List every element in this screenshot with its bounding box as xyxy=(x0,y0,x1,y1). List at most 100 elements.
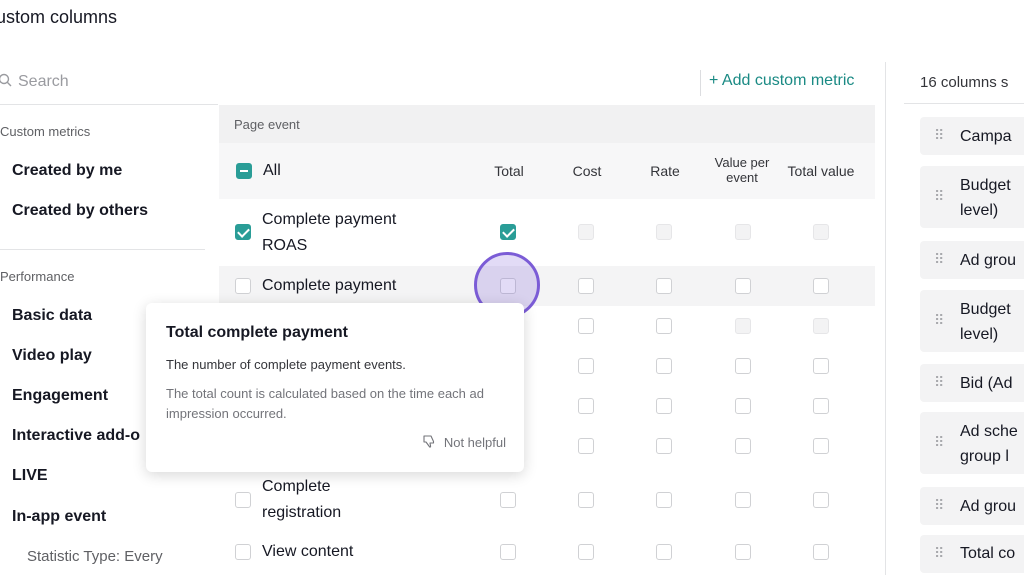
drag-handle-icon[interactable]: ⠿ xyxy=(934,497,944,514)
sidebar-item-in-app-event[interactable]: In-app event xyxy=(12,508,106,526)
drag-handle-icon[interactable]: ⠿ xyxy=(934,374,944,391)
total-value-checkbox xyxy=(813,224,829,240)
selected-columns-header: 16 columns s xyxy=(904,62,1024,104)
value-per-event-checkbox[interactable] xyxy=(735,358,751,374)
selected-column-item[interactable]: ⠿ Ad grou xyxy=(920,241,1024,279)
sidebar-item-created-by-others[interactable]: Created by others xyxy=(12,202,148,220)
sidebar-item-interactive-add-ons[interactable]: Interactive add-o xyxy=(12,427,140,445)
selected-column-item[interactable]: ⠿ Total co xyxy=(920,535,1024,573)
value-per-event-checkbox[interactable] xyxy=(735,398,751,414)
tooltip-description: The number of complete payment events. xyxy=(166,357,406,372)
selected-column-item[interactable]: ⠿ Budget level) xyxy=(920,290,1024,352)
total-value-checkbox[interactable] xyxy=(813,358,829,374)
drag-handle-icon[interactable]: ⠿ xyxy=(934,127,944,144)
selected-column-label: Ad grou xyxy=(960,252,1017,269)
add-custom-metric-button[interactable]: + Add custom metric xyxy=(709,72,854,90)
all-label: All xyxy=(263,162,281,179)
rate-checkbox[interactable] xyxy=(656,398,672,414)
cost-checkbox[interactable] xyxy=(578,358,594,374)
cost-checkbox[interactable] xyxy=(578,398,594,414)
table-row: View content xyxy=(219,533,875,573)
cost-checkbox[interactable] xyxy=(578,318,594,334)
table-row: Complete registration xyxy=(219,473,875,527)
value-per-event-checkbox[interactable] xyxy=(735,278,751,294)
selected-column-item[interactable]: ⠿ Campa xyxy=(920,117,1024,155)
cost-checkbox[interactable] xyxy=(578,544,594,560)
drag-handle-icon[interactable]: ⠿ xyxy=(934,545,944,562)
search-input[interactable]: Search xyxy=(0,62,203,102)
table-group-header: Page event xyxy=(219,105,875,143)
rate-checkbox[interactable] xyxy=(656,278,672,294)
column-header-value-per-event: Value per event xyxy=(714,155,770,185)
drag-handle-icon[interactable]: ⠿ xyxy=(934,434,944,451)
sidebar-item-basic-data[interactable]: Basic data xyxy=(12,307,92,325)
search-placeholder: Search xyxy=(18,73,69,90)
value-per-event-checkbox[interactable] xyxy=(735,492,751,508)
row-label: Complete payment ROAS xyxy=(262,211,397,254)
rate-checkbox[interactable] xyxy=(656,492,672,508)
selected-column-item[interactable]: ⠿ Bid (Ad xyxy=(920,364,1024,402)
total-value-checkbox xyxy=(813,318,829,334)
drag-handle-icon[interactable]: ⠿ xyxy=(934,188,944,205)
selected-column-label: Budget level) xyxy=(960,177,1011,219)
cost-checkbox[interactable] xyxy=(578,278,594,294)
rate-checkbox xyxy=(656,224,672,240)
selected-column-item[interactable]: ⠿ Ad grou xyxy=(920,487,1024,525)
select-all-checkbox[interactable] xyxy=(236,163,252,179)
value-per-event-checkbox[interactable] xyxy=(735,438,751,454)
metric-tooltip: Total complete payment The number of com… xyxy=(146,303,524,472)
search-icon xyxy=(0,73,12,92)
selected-column-label: Ad sche group l xyxy=(960,423,1018,465)
not-helpful-button[interactable]: Not helpful xyxy=(422,434,506,451)
tooltip-note: The total count is calculated based on t… xyxy=(166,386,484,421)
row-label: Complete payment xyxy=(262,277,397,294)
divider xyxy=(700,70,701,96)
rate-checkbox[interactable] xyxy=(656,544,672,560)
drag-handle-icon[interactable]: ⠿ xyxy=(934,312,944,329)
rate-checkbox[interactable] xyxy=(656,438,672,454)
total-value-checkbox[interactable] xyxy=(813,438,829,454)
sidebar-subitem-statistic-type[interactable]: Statistic Type: Every xyxy=(27,548,163,565)
rate-checkbox[interactable] xyxy=(656,358,672,374)
sidebar-item-created-by-me[interactable]: Created by me xyxy=(12,162,122,180)
total-checkbox[interactable] xyxy=(500,544,516,560)
row-checkbox[interactable] xyxy=(235,492,251,508)
selected-columns-count: 16 columns s xyxy=(920,74,1009,91)
selected-column-label: Ad grou xyxy=(960,498,1017,515)
section-label-performance: Performance xyxy=(0,269,75,284)
total-value-checkbox[interactable] xyxy=(813,544,829,560)
selected-column-label: Bid (Ad xyxy=(960,375,1013,392)
value-per-event-checkbox xyxy=(735,224,751,240)
selected-column-label: Total co xyxy=(960,545,1016,562)
row-checkbox[interactable] xyxy=(235,278,251,294)
selected-column-item[interactable]: ⠿ Budget level) xyxy=(920,166,1024,228)
total-value-checkbox[interactable] xyxy=(813,398,829,414)
total-checkbox[interactable] xyxy=(500,224,516,240)
drag-handle-icon[interactable]: ⠿ xyxy=(934,251,944,268)
section-label-custom-metrics: Custom metrics xyxy=(0,124,91,139)
row-label: Complete registration xyxy=(262,478,342,521)
column-header-rate: Rate xyxy=(650,163,680,179)
value-per-event-checkbox xyxy=(735,318,751,334)
table-row: Complete payment ROAS xyxy=(219,199,875,265)
row-checkbox[interactable] xyxy=(235,544,251,560)
selected-column-item[interactable]: ⠿ Ad sche group l xyxy=(920,412,1024,474)
total-checkbox[interactable] xyxy=(500,492,516,508)
table-column-header: All Total Cost Rate Value per event Tota… xyxy=(219,143,875,199)
cost-checkbox[interactable] xyxy=(578,438,594,454)
row-checkbox[interactable] xyxy=(235,224,251,240)
column-header-total: Total xyxy=(494,163,524,179)
divider xyxy=(885,62,886,575)
value-per-event-checkbox[interactable] xyxy=(735,544,751,560)
cost-checkbox[interactable] xyxy=(578,492,594,508)
thumbs-down-icon xyxy=(422,434,436,451)
total-value-checkbox[interactable] xyxy=(813,492,829,508)
rate-checkbox[interactable] xyxy=(656,318,672,334)
sidebar-item-video-play[interactable]: Video play xyxy=(12,347,92,365)
total-value-checkbox[interactable] xyxy=(813,278,829,294)
sidebar-item-engagement[interactable]: Engagement xyxy=(12,387,108,405)
row-label: View content xyxy=(262,543,354,560)
not-helpful-label: Not helpful xyxy=(443,435,506,450)
sidebar-item-live[interactable]: LIVE xyxy=(12,467,48,485)
selected-column-label: Budget level) xyxy=(960,301,1011,343)
